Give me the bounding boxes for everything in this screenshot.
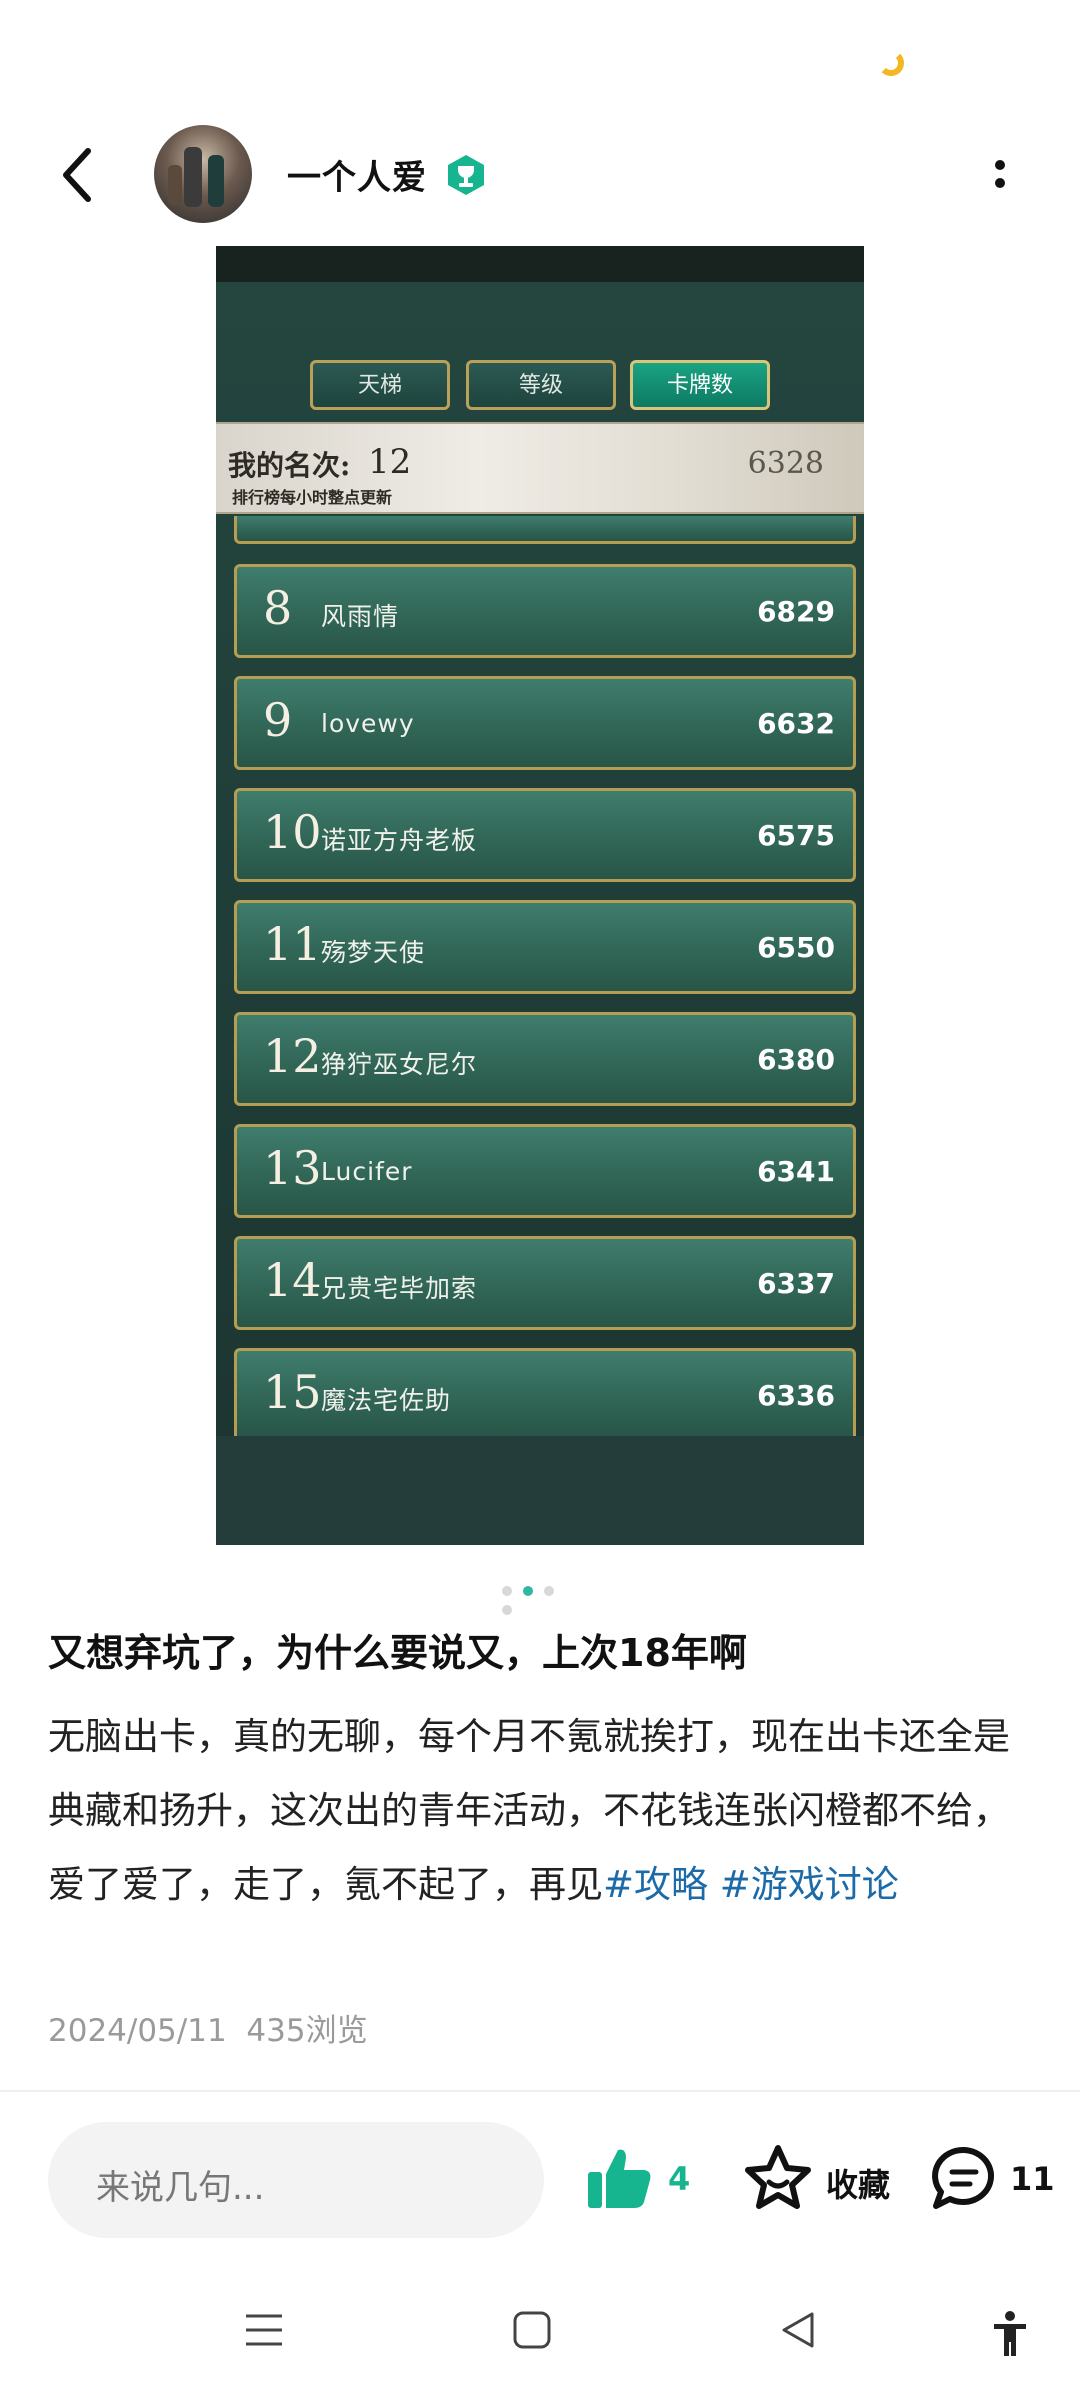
like-count: 4 xyxy=(668,2160,691,2198)
row-name: 殇梦天使 xyxy=(321,938,426,967)
row-rank: 15 xyxy=(263,1365,322,1419)
row-score: 6380 xyxy=(757,1043,835,1076)
row-score: 6550 xyxy=(757,931,835,964)
pagination-dot[interactable] xyxy=(502,1605,512,1615)
post-views: 435浏览 xyxy=(246,2013,368,2049)
row-rank: 12 xyxy=(263,1029,322,1083)
accessibility-icon[interactable] xyxy=(990,2310,1030,2362)
favorite-label[interactable]: 收藏 xyxy=(826,2160,890,2206)
comment-input[interactable]: 来说几句... xyxy=(48,2122,544,2238)
row-rank: 11 xyxy=(263,917,322,971)
trophy-badge-icon xyxy=(444,153,488,197)
back-arrow-icon[interactable] xyxy=(54,145,104,205)
leaderboard-row: 8 风雨情 6829 xyxy=(234,564,856,658)
row-rank: 10 xyxy=(263,805,322,859)
image-pagination xyxy=(502,1581,582,1615)
row-score: 6575 xyxy=(757,819,835,852)
comment-count: 11 xyxy=(1010,2160,1055,2198)
row-rank: 13 xyxy=(263,1141,322,1195)
avatar[interactable] xyxy=(154,125,252,223)
back-triangle-icon[interactable] xyxy=(778,2310,818,2354)
row-rank: 14 xyxy=(263,1253,322,1307)
row-score: 6341 xyxy=(757,1155,835,1188)
pagination-dot-active[interactable] xyxy=(523,1586,533,1596)
comment-bubble-icon[interactable] xyxy=(928,2142,1000,2214)
row-name: lovewy xyxy=(321,709,415,738)
my-rank-score: 6328 xyxy=(747,446,824,481)
tag-link[interactable]: #游戏讨论 xyxy=(720,1863,899,1906)
comment-placeholder: 来说几句... xyxy=(96,2168,265,2208)
my-rank-note: 排行榜每小时整点更新 xyxy=(232,488,393,507)
leaderboard-row: 14 兄贵宅毕加索 6337 xyxy=(234,1236,856,1330)
post-meta: 2024/05/11 435浏览 xyxy=(48,2005,368,2050)
row-score: 6829 xyxy=(757,595,835,628)
divider xyxy=(0,2090,1080,2092)
image-top-band xyxy=(216,246,864,282)
row-name: 魔法宅佐助 xyxy=(321,1386,452,1415)
row-name: 兄贵宅毕加索 xyxy=(321,1274,478,1303)
leaderboard-row: 15 魔法宅佐助 6336 xyxy=(234,1348,856,1436)
post-image-leaderboard[interactable]: 天梯 等级 卡牌数 我的名次: 12 排行榜每小时整点更新 6328 8 风雨情… xyxy=(216,246,864,1545)
post-body: 无脑出卡，真的无聊，每个月不氪就挨打，现在出卡还全是典藏和扬升，这次出的青年活动… xyxy=(48,1700,1038,1922)
tab-level: 等级 xyxy=(466,360,616,410)
row-name: 诺亚方舟老板 xyxy=(321,826,478,855)
my-rank-value: 12 xyxy=(368,442,412,482)
row-name: 风雨情 xyxy=(321,602,400,631)
loading-spinner-icon xyxy=(878,50,904,76)
tab-ladder: 天梯 xyxy=(310,360,450,410)
pagination-dot[interactable] xyxy=(502,1586,512,1596)
tab-card-count: 卡牌数 xyxy=(630,360,770,410)
row-score: 6632 xyxy=(757,707,835,740)
row-name: 狰狞巫女尼尔 xyxy=(321,1050,478,1079)
row-rank: 8 xyxy=(263,581,293,635)
star-favorite-icon[interactable] xyxy=(742,2142,814,2214)
post-title: 又想弃坑了，为什么要说又，上次18年啊 xyxy=(48,1631,747,1675)
username[interactable]: 一个人爱 xyxy=(287,150,427,199)
thumbs-up-icon[interactable] xyxy=(584,2144,654,2214)
row-name: Lucifer xyxy=(321,1157,413,1186)
row-score: 6336 xyxy=(757,1379,835,1412)
leaderboard-row: 11 殇梦天使 6550 xyxy=(234,900,856,994)
leaderboard-row: 12 狰狞巫女尼尔 6380 xyxy=(234,1012,856,1106)
post-date: 2024/05/11 xyxy=(48,2013,227,2049)
image-bottom-band xyxy=(216,1436,864,1545)
my-rank-bar: 我的名次: 12 排行榜每小时整点更新 6328 xyxy=(216,422,864,514)
row-score: 6337 xyxy=(757,1267,835,1300)
home-square-icon[interactable] xyxy=(512,2310,552,2354)
my-rank-label: 我的名次: xyxy=(228,449,351,482)
leaderboard-row-partial xyxy=(234,516,856,544)
pagination-dot[interactable] xyxy=(544,1586,554,1596)
leaderboard-row: 10 诺亚方舟老板 6575 xyxy=(234,788,856,882)
row-rank: 9 xyxy=(263,693,293,747)
menu-icon[interactable] xyxy=(244,2310,284,2354)
leaderboard-row: 9 lovewy 6632 xyxy=(234,676,856,770)
leaderboard-row: 13 Lucifer 6341 xyxy=(234,1124,856,1218)
tag-link[interactable]: #攻略 xyxy=(603,1863,708,1906)
more-vertical-icon[interactable] xyxy=(990,155,1010,195)
